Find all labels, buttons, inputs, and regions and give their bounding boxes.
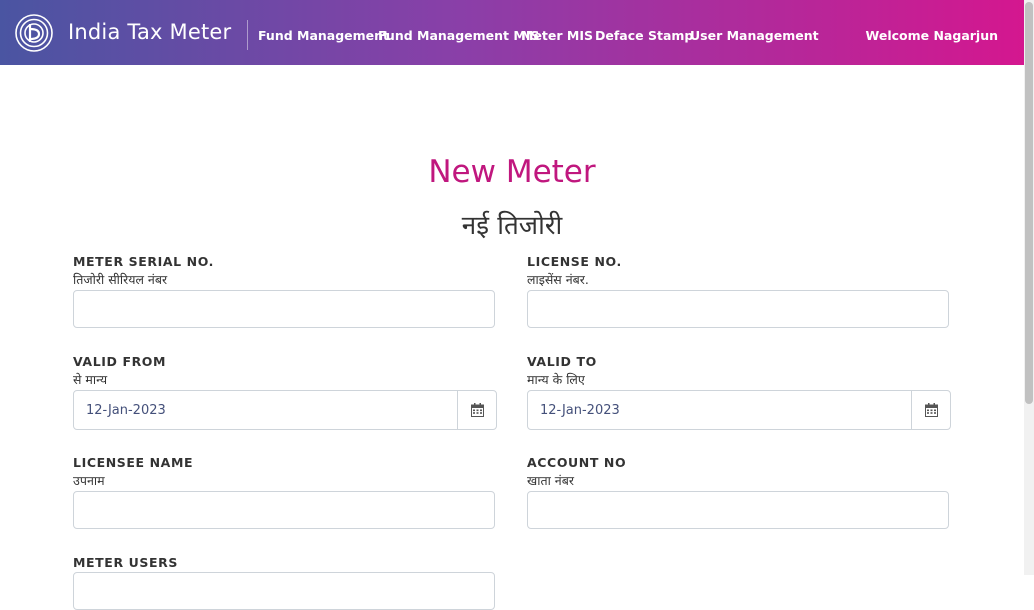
licensee-name-label: LICENSEE NAME [73,455,194,470]
calendar-icon [924,403,938,417]
nav-meter-mis[interactable]: Meter MIS [521,28,593,43]
valid-from-label-hindi: से मान्य [73,372,108,387]
page-title-hindi: नई तिजोरी [461,211,563,241]
valid-from-calendar-button[interactable] [457,391,496,429]
licensee-name-label-hindi: उपनाम [73,473,105,488]
valid-from-label: VALID FROM [73,354,167,369]
brand-logo-icon[interactable] [15,14,53,52]
account-no-input[interactable] [527,491,949,529]
valid-to-label: VALID TO [527,354,597,369]
nav-fund-management-mis[interactable]: Fund Management MIS [378,28,539,43]
brand-title[interactable]: India Tax Meter [68,20,231,44]
license-no-label-hindi: लाइसेंस नंबर. [527,272,589,287]
welcome-user[interactable]: Welcome Nagarjun [866,28,998,43]
meter-serial-label: METER SERIAL NO. [73,254,214,269]
nav-fund-management[interactable]: Fund Management [258,28,389,43]
valid-to-datepicker[interactable]: 12-Jan-2023 [527,390,951,430]
scrollbar-thumb[interactable] [1025,2,1033,404]
nav-user-management[interactable]: User Management [690,28,819,43]
valid-to-label-hindi: मान्य के लिए [527,372,585,387]
license-no-input[interactable] [527,290,949,328]
calendar-icon [470,403,484,417]
meter-users-input[interactable] [73,572,495,610]
top-navbar: India Tax Meter Fund Management Fund Man… [0,0,1024,65]
account-no-label-hindi: खाता नंबर [527,473,574,488]
valid-from-datepicker[interactable]: 12-Jan-2023 [73,390,497,430]
meter-serial-input[interactable] [73,290,495,328]
brand-divider [247,20,248,50]
meter-serial-label-hindi: तिजोरी सीरियल नंबर [73,272,168,287]
meter-users-label: METER USERS [73,555,178,570]
licensee-name-input[interactable] [73,491,495,529]
license-no-label: LICENSE NO. [527,254,622,269]
page-title: New Meter [428,154,596,190]
nav-deface-stamp[interactable]: Deface Stamp [595,28,693,43]
account-no-label: ACCOUNT NO [527,455,627,470]
valid-to-calendar-button[interactable] [911,391,950,429]
valid-from-input[interactable]: 12-Jan-2023 [74,391,457,429]
valid-to-input[interactable]: 12-Jan-2023 [528,391,911,429]
page-scrollbar[interactable] [1024,0,1034,575]
